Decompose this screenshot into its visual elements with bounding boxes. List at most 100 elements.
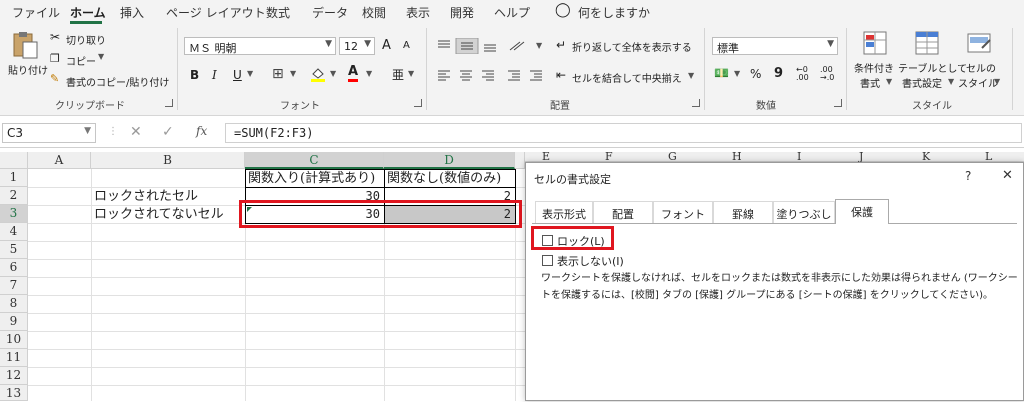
font-color-button[interactable]: A (348, 65, 359, 82)
font-launcher-icon[interactable] (414, 99, 422, 107)
tab-protection[interactable]: 保護 (835, 199, 889, 224)
font-name-select[interactable]: ＭＳ 明朝 ▼ (184, 37, 336, 55)
tab-view[interactable]: 表示 (406, 4, 430, 21)
chevron-down-icon[interactable]: ▼ (734, 69, 740, 78)
border-icon[interactable]: ⊞ (272, 66, 284, 82)
chevron-down-icon[interactable]: ▼ (247, 69, 253, 78)
align-center-icon[interactable] (456, 68, 474, 84)
tab-page-layout[interactable]: ページ レイアウト (166, 4, 266, 21)
decrease-decimal-icon[interactable]: .00 →.0 (820, 66, 834, 82)
row-header-11[interactable]: 11 (0, 349, 28, 367)
conditional-format-icon[interactable] (860, 30, 892, 58)
chevron-down-icon[interactable]: ▼ (290, 69, 296, 78)
chevron-down-icon[interactable]: ▼ (330, 69, 336, 78)
italic-button[interactable]: I (212, 68, 217, 82)
select-all-corner[interactable] (0, 152, 28, 169)
align-left-icon[interactable] (434, 68, 452, 84)
cell-styles-button[interactable]: セルの (966, 60, 996, 75)
enter-icon[interactable]: ✓ (162, 124, 174, 140)
chevron-down-icon[interactable]: ▼ (886, 77, 892, 86)
chevron-down-icon[interactable]: ▼ (948, 77, 954, 86)
chevron-down-icon[interactable]: ▼ (536, 41, 542, 50)
paste-label[interactable]: 貼り付け (8, 62, 48, 77)
hidden-checkbox[interactable] (542, 255, 553, 266)
row-header-10[interactable]: 10 (0, 331, 28, 349)
decrease-indent-icon[interactable] (504, 68, 522, 84)
shrink-font-button[interactable]: A (403, 40, 410, 51)
copy-button[interactable]: コピー (66, 53, 96, 68)
row-header-2[interactable]: 2 (0, 187, 28, 205)
tab-font[interactable]: フォント (653, 201, 713, 223)
format-painter-button[interactable]: 書式のコピー/貼り付け (66, 74, 169, 89)
row-header-12[interactable]: 12 (0, 367, 28, 385)
cancel-icon[interactable]: ✕ (130, 124, 142, 140)
cut-button[interactable]: 切り取り (66, 32, 106, 47)
bold-button[interactable]: B (190, 68, 199, 82)
row-header-4[interactable]: 4 (0, 223, 28, 241)
tab-formulas[interactable]: 数式 (266, 4, 290, 21)
copy-dropdown-icon[interactable]: ▼ (98, 52, 104, 61)
row-header-3[interactable]: 3 (0, 205, 28, 223)
increase-decimal-icon[interactable]: ←0.00 (796, 66, 809, 82)
tab-review[interactable]: 校閲 (362, 4, 386, 21)
row-header-13[interactable]: 13 (0, 385, 28, 401)
underline-button[interactable]: U (233, 68, 242, 82)
number-launcher-icon[interactable] (834, 99, 842, 107)
column-header-a[interactable]: A (28, 152, 91, 169)
top-align-icon[interactable] (434, 38, 454, 54)
comma-button[interactable]: 9 (774, 66, 783, 81)
tell-me-search[interactable]: 何をしますか (578, 4, 650, 21)
format-as-table-button[interactable]: テーブルとして (898, 60, 967, 75)
currency-icon[interactable]: 💵 (714, 66, 729, 80)
align-right-icon[interactable] (478, 68, 496, 84)
column-header-e[interactable] (515, 152, 525, 169)
tab-data[interactable]: データ (312, 4, 348, 21)
tab-alignment[interactable]: 配置 (593, 201, 653, 223)
tab-fill[interactable]: 塗りつぶし (773, 201, 835, 223)
cell-b3[interactable]: ロックされてないセル (94, 206, 244, 223)
phonetic-button[interactable]: 亜 (392, 66, 404, 83)
bottom-align-icon[interactable] (482, 38, 502, 54)
tab-help[interactable]: ヘルプ (494, 4, 530, 21)
insert-function-button[interactable]: fx (196, 124, 207, 138)
row-header-5[interactable]: 5 (0, 241, 28, 259)
name-box[interactable]: C3 ▼ (2, 123, 96, 143)
grow-font-button[interactable]: A (382, 38, 391, 53)
cell-styles-icon[interactable] (964, 30, 996, 58)
wrap-text-button[interactable]: 折り返して全体を表示する (572, 39, 692, 54)
column-header-b[interactable]: B (91, 152, 245, 169)
tab-file[interactable]: ファイル (12, 4, 60, 21)
cell-c1[interactable]: 関数入り(計算式あり) (248, 170, 384, 187)
column-header-c[interactable]: C (245, 152, 384, 169)
chevron-down-icon[interactable]: ▼ (994, 77, 1000, 86)
tab-border[interactable]: 罫線 (713, 201, 773, 223)
orientation-icon[interactable] (508, 38, 532, 54)
clipboard-launcher-icon[interactable] (165, 99, 173, 107)
help-button[interactable]: ? (965, 169, 971, 183)
format-as-table-icon[interactable] (912, 30, 944, 58)
formula-input[interactable]: =SUM(F2:F3) (225, 123, 1022, 143)
tab-insert[interactable]: 挿入 (120, 4, 144, 21)
cell-d1[interactable]: 関数なし(数値のみ) (387, 170, 515, 187)
middle-align-icon[interactable] (456, 38, 478, 54)
chevron-down-icon[interactable]: ▼ (408, 69, 414, 78)
tab-home[interactable]: ホーム (70, 4, 106, 21)
tab-developer[interactable]: 開発 (450, 4, 474, 21)
cell-styles-label2[interactable]: スタイル (958, 75, 998, 90)
row-header-7[interactable]: 7 (0, 277, 28, 295)
paste-button[interactable] (8, 30, 42, 60)
alignment-launcher-icon[interactable] (692, 99, 700, 107)
chevron-down-icon[interactable]: ▼ (688, 71, 694, 80)
font-size-select[interactable]: 12 ▼ (339, 37, 375, 55)
hidden-label[interactable]: 表示しない(I) (557, 253, 624, 269)
conditional-format-label2[interactable]: 書式 (860, 75, 880, 90)
row-header-9[interactable]: 9 (0, 313, 28, 331)
row-header-8[interactable]: 8 (0, 295, 28, 313)
merge-center-button[interactable]: セルを結合して中央揃え (572, 70, 682, 85)
increase-indent-icon[interactable] (526, 68, 544, 84)
row-header-1[interactable]: 1 (0, 169, 28, 187)
fill-color-icon[interactable] (310, 66, 326, 82)
format-as-table-label2[interactable]: 書式設定 (902, 75, 942, 90)
cell-b2[interactable]: ロックされたセル (94, 188, 244, 205)
chevron-down-icon[interactable]: ▼ (366, 69, 372, 78)
